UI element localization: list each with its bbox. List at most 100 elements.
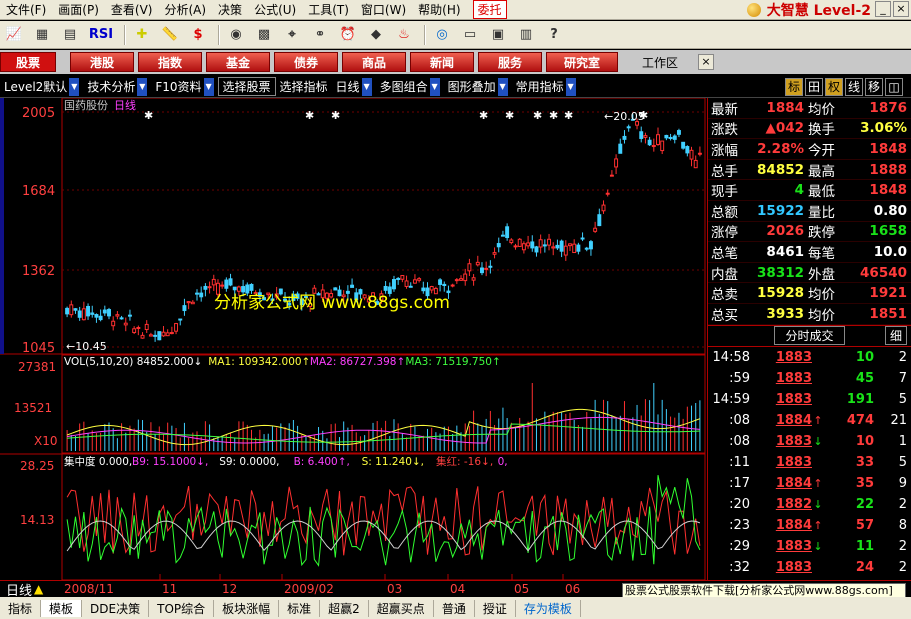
bottom-tab[interactable]: DDE决策: [82, 599, 150, 617]
period-name: 日线: [114, 98, 136, 112]
news-icon[interactable]: ▭: [458, 24, 482, 46]
bottom-tab[interactable]: 授证: [475, 599, 516, 617]
tick-time: :17: [729, 475, 750, 491]
nav-item[interactable]: 基金: [206, 52, 270, 72]
tab-ticks[interactable]: 分时成交: [774, 326, 845, 346]
nav-item[interactable]: 股票: [0, 52, 56, 72]
dropdown-arrow-icon[interactable]: ▼: [429, 77, 440, 96]
candle-body: [115, 314, 120, 317]
menu-item[interactable]: 公式(U): [248, 1, 302, 18]
menu-items: 文件(F) 画面(P) 查看(V) 分析(A) 决策 公式(U) 工具(T) 窗口(W) 帮助(…: [0, 1, 467, 18]
rsi-icon[interactable]: RSI: [86, 24, 116, 46]
quote-label: 涨停: [711, 225, 738, 242]
minimize-icon[interactable]: _: [875, 1, 891, 17]
bottom-tab[interactable]: 指标: [0, 599, 42, 617]
alarm-icon[interactable]: ⏰: [336, 24, 360, 46]
view-tab[interactable]: 移: [865, 77, 883, 96]
ruler-icon[interactable]: 📏: [158, 24, 182, 46]
candle-body: [140, 334, 145, 339]
bottom-tab[interactable]: 普通: [434, 599, 475, 617]
menu-item[interactable]: 窗口(W): [355, 1, 412, 18]
close-window-icon[interactable]: ×: [893, 1, 909, 17]
menu-item[interactable]: 分析(A): [158, 1, 212, 18]
detail-toggle[interactable]: 细: [884, 326, 907, 346]
binoculars-icon[interactable]: ⚭: [308, 24, 332, 46]
menu-item[interactable]: 画面(P): [52, 1, 105, 18]
arrow-icon[interactable]: ◆: [364, 24, 388, 46]
signal-marker: ✱: [331, 109, 340, 122]
nav-item[interactable]: 债券: [274, 52, 338, 72]
nav-item[interactable]: 新闻: [410, 52, 474, 72]
dropdown-arrow-icon[interactable]: ▼: [137, 77, 148, 96]
grid2-icon[interactable]: ▩: [252, 24, 276, 46]
bar-chart-icon[interactable]: ▤: [58, 24, 82, 46]
bottom-tab[interactable]: 存为模板: [516, 599, 581, 617]
subbar-item[interactable]: 多图组合 ▼: [376, 77, 444, 96]
menu-item[interactable]: 决策: [212, 1, 248, 18]
direction-arrow-icon: ↓: [813, 539, 823, 553]
eye-icon[interactable]: ◎: [430, 24, 454, 46]
bottom-tab[interactable]: TOP综合: [149, 599, 215, 617]
books-icon[interactable]: ▥: [514, 24, 538, 46]
workspace-label[interactable]: 工作区: [642, 54, 678, 71]
subbar-item[interactable]: 选择股票: [217, 77, 276, 96]
candle-body: [119, 317, 124, 320]
subbar-item[interactable]: 常用指标 ▼: [512, 77, 580, 96]
grid-icon[interactable]: ▦: [30, 24, 54, 46]
dropdown-arrow-icon[interactable]: ▼: [361, 77, 372, 96]
tick-row: :32 1883 24 2: [708, 557, 911, 578]
menu-item[interactable]: 帮助(H): [412, 1, 466, 18]
quote-label: 最新: [711, 101, 738, 118]
scan-icon[interactable]: ⌖: [280, 24, 304, 46]
indicator-icon[interactable]: ◉: [224, 24, 248, 46]
subbar-item[interactable]: 技术分析 ▼: [83, 77, 151, 96]
nav-item[interactable]: 研究室: [546, 52, 618, 72]
dropdown-arrow-icon[interactable]: ▼: [565, 77, 576, 96]
candle-body: [421, 287, 426, 292]
nav-item[interactable]: 服务: [478, 52, 542, 72]
dropdown-arrow-icon[interactable]: ▼: [203, 77, 214, 96]
weituo-button[interactable]: 委托: [472, 0, 507, 19]
subbar-item[interactable]: 图形叠加 ▼: [444, 77, 512, 96]
view-tab[interactable]: ◫: [885, 77, 903, 96]
subbar-item[interactable]: F10资料 ▼: [151, 77, 217, 96]
chart-canvas[interactable]: 2005168413621045国药股份 日线←20.05←10.45分析家公式网…: [0, 97, 707, 581]
quote-value: 38312: [757, 264, 804, 281]
view-tab[interactable]: 标: [785, 77, 803, 96]
nav-item[interactable]: 商品: [342, 52, 406, 72]
view-tab[interactable]: 权: [825, 77, 843, 96]
calendar-icon[interactable]: ▣: [486, 24, 510, 46]
subbar-items: Level2默认 ▼ 技术分析 ▼ F10资料 ▼ 选择股票 选择指标 日线 ▼ 多图组合 ▼ 图形叠加…: [0, 77, 580, 96]
subbar-item[interactable]: Level2默认 ▼: [0, 77, 83, 96]
signal-marker: ✱: [549, 109, 558, 122]
view-tab[interactable]: 线: [845, 77, 863, 96]
period-label[interactable]: 日线: [0, 580, 32, 599]
vol-legend-item: MA1: 109342.000↑: [208, 356, 310, 368]
candle-body: [597, 214, 602, 227]
chart-icon[interactable]: 📈: [2, 24, 26, 46]
kline-chart[interactable]: 2005 1684 1362 1045 国药股份 日线 ←20.05 ←10.45 分析家公式网…: [0, 97, 707, 581]
view-tab[interactable]: 田: [805, 77, 823, 96]
subbar-item[interactable]: 选择指标: [276, 78, 332, 95]
bottom-tab[interactable]: 超赢2: [320, 599, 369, 617]
dropdown-arrow-icon[interactable]: ▼: [69, 77, 80, 96]
subbar-item[interactable]: 日线 ▼: [332, 77, 376, 96]
fire-icon[interactable]: ♨: [392, 24, 416, 46]
tick-row: :23 1884 ↑ 57 8: [708, 515, 911, 536]
bottom-tab[interactable]: 模板: [41, 599, 83, 617]
bottom-tab[interactable]: 板块涨幅: [214, 599, 280, 617]
workspace-close-icon[interactable]: ×: [698, 54, 715, 70]
bottom-tab[interactable]: 标准: [279, 599, 321, 617]
tick-count: 2: [898, 349, 907, 365]
crosshair-icon[interactable]: ✚: [130, 24, 154, 46]
nav-item[interactable]: 港股: [70, 52, 134, 72]
nav-item[interactable]: 指数: [138, 52, 202, 72]
menu-item[interactable]: 文件(F): [0, 1, 52, 18]
dropdown-arrow-icon[interactable]: ▼: [497, 77, 508, 96]
bottom-tab[interactable]: 超赢买点: [369, 599, 434, 617]
menu-item[interactable]: 工具(T): [302, 1, 355, 18]
help-pointer-icon[interactable]: ?: [542, 24, 566, 46]
menu-item[interactable]: 查看(V): [105, 1, 159, 18]
candle-body: [148, 334, 153, 337]
dollar-icon[interactable]: $: [186, 24, 210, 46]
